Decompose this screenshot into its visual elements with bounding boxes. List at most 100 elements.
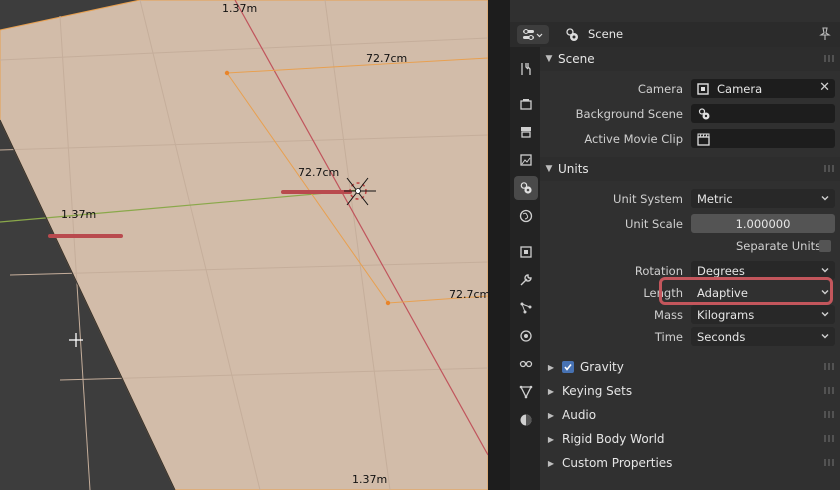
units-panel-header[interactable]: ▼ Units	[540, 157, 840, 181]
keying-sets-label: Keying Sets	[562, 384, 633, 398]
scene-small-icon	[698, 107, 710, 119]
chevron-down-icon	[821, 268, 829, 273]
separate-units-checkbox[interactable]	[819, 240, 831, 252]
physics-icon	[520, 330, 532, 342]
output-icon	[521, 127, 531, 138]
unit-system-value: Metric	[697, 191, 733, 206]
scene-icon	[566, 28, 578, 41]
tab-tool[interactable]	[514, 57, 538, 81]
pin-icon[interactable]	[818, 27, 832, 41]
time-dropdown[interactable]: Seconds	[691, 327, 835, 346]
tab-scene[interactable]	[514, 176, 538, 200]
separate-units-label: Separate Units	[736, 239, 822, 253]
properties-tabs	[510, 47, 540, 490]
panel-grip-icon[interactable]	[824, 55, 834, 62]
unit-scale-field[interactable]: 1.000000	[691, 214, 835, 233]
rotation-value: Degrees	[697, 263, 745, 278]
chevron-down-icon	[821, 334, 829, 339]
time-label: Time	[654, 330, 683, 344]
measure-label-center: 72.7cm	[298, 166, 340, 179]
expand-arrow-icon: ▼	[545, 164, 553, 174]
tab-physics[interactable]	[514, 324, 538, 348]
mass-dropdown[interactable]: Kilograms	[691, 305, 835, 324]
mass-label: Mass	[654, 308, 683, 322]
rigid-body-world-label: Rigid Body World	[562, 432, 665, 446]
collapsed-arrow-icon: ▶	[547, 458, 555, 468]
wrench-icon	[520, 274, 532, 286]
collapsed-arrow-icon: ▶	[547, 386, 555, 396]
properties-editor-icon	[523, 28, 543, 40]
chevron-down-icon	[821, 312, 829, 317]
panel-grip-icon[interactable]	[824, 387, 834, 394]
mesh-data-icon	[519, 385, 533, 399]
custom-properties-panel-header[interactable]: ▶ Custom Properties	[540, 451, 840, 475]
viewport-canvas	[0, 0, 488, 490]
tab-particles[interactable]	[514, 296, 538, 320]
editor-type-button[interactable]	[517, 25, 549, 44]
camera-label: Camera	[637, 82, 683, 96]
object-icon	[520, 246, 532, 258]
measure-label-top: 1.37m	[222, 2, 258, 15]
camera-object-icon	[697, 82, 709, 95]
camera-value: Camera	[717, 81, 763, 96]
world-icon	[519, 209, 533, 223]
camera-field[interactable]: Camera ✕	[691, 79, 835, 98]
panel-grip-icon[interactable]	[824, 165, 834, 172]
gravity-panel-header[interactable]: ▶ Gravity	[540, 355, 840, 379]
background-scene-field[interactable]	[691, 104, 835, 123]
render-icon	[520, 99, 532, 110]
tab-modifiers[interactable]	[514, 268, 538, 292]
context-breadcrumb: Scene	[588, 27, 624, 41]
tab-constraints[interactable]	[514, 352, 538, 376]
measure-label-right: 72.7cm	[449, 288, 488, 301]
time-value: Seconds	[697, 329, 746, 344]
panel-grip-icon[interactable]	[824, 459, 834, 466]
view-layer-icon	[520, 154, 532, 166]
unit-system-label: Unit System	[613, 192, 683, 206]
selected-plane[interactable]	[0, 0, 488, 490]
measure-label-left: 1.37m	[61, 208, 97, 221]
collapsed-arrow-icon: ▶	[547, 434, 555, 444]
area-divider[interactable]	[488, 0, 510, 490]
clear-icon[interactable]: ✕	[819, 80, 830, 95]
keying-sets-panel-header[interactable]: ▶ Keying Sets	[540, 379, 840, 403]
properties-content: ▼ Scene Camera Camera ✕ Background Scene…	[540, 47, 840, 490]
tab-output[interactable]	[514, 120, 538, 144]
gravity-checkbox[interactable]	[562, 361, 574, 373]
tab-object-data[interactable]	[514, 380, 538, 404]
rotation-label: Rotation	[634, 264, 683, 278]
audio-panel-header[interactable]: ▶ Audio	[540, 403, 840, 427]
active-movie-clip-field[interactable]	[691, 129, 835, 148]
panel-grip-icon[interactable]	[824, 363, 834, 370]
tab-render[interactable]	[514, 92, 538, 116]
custom-properties-label: Custom Properties	[562, 456, 673, 470]
3d-viewport[interactable]: 1.37m 72.7cm 72.7cm 1.37m 72.7cm 1.37m	[0, 0, 488, 490]
active-movie-clip-label: Active Movie Clip	[584, 132, 683, 146]
panel-grip-icon[interactable]	[824, 411, 834, 418]
tab-world[interactable]	[514, 204, 538, 228]
scene-panel-title: Scene	[558, 52, 595, 66]
unit-system-dropdown[interactable]: Metric	[691, 189, 835, 208]
properties-editor: Scene ▼ Scene Camera Camera ✕ Background…	[510, 0, 840, 490]
scene-panel-header[interactable]: ▼ Scene	[540, 47, 840, 71]
material-icon	[520, 414, 532, 426]
tab-view-layer[interactable]	[514, 148, 538, 172]
expand-arrow-icon: ▼	[545, 54, 553, 64]
gravity-label: Gravity	[580, 360, 624, 374]
unit-scale-label: Unit Scale	[624, 217, 683, 231]
panel-grip-icon[interactable]	[824, 435, 834, 442]
properties-header: Scene	[510, 22, 840, 47]
tab-material[interactable]	[514, 408, 538, 432]
measure-label-top-right: 72.7cm	[366, 52, 408, 65]
collapsed-arrow-icon: ▶	[547, 362, 555, 372]
constraints-icon	[519, 360, 533, 368]
audio-label: Audio	[562, 408, 597, 422]
mass-value: Kilograms	[697, 307, 755, 322]
checkmark-icon	[564, 364, 572, 371]
units-panel-title: Units	[558, 162, 589, 176]
tool-icon	[521, 63, 531, 75]
rigid-body-world-panel-header[interactable]: ▶ Rigid Body World	[540, 427, 840, 451]
length-highlight-annotation	[659, 277, 833, 305]
clapperboard-icon	[697, 133, 710, 146]
tab-object[interactable]	[514, 240, 538, 264]
